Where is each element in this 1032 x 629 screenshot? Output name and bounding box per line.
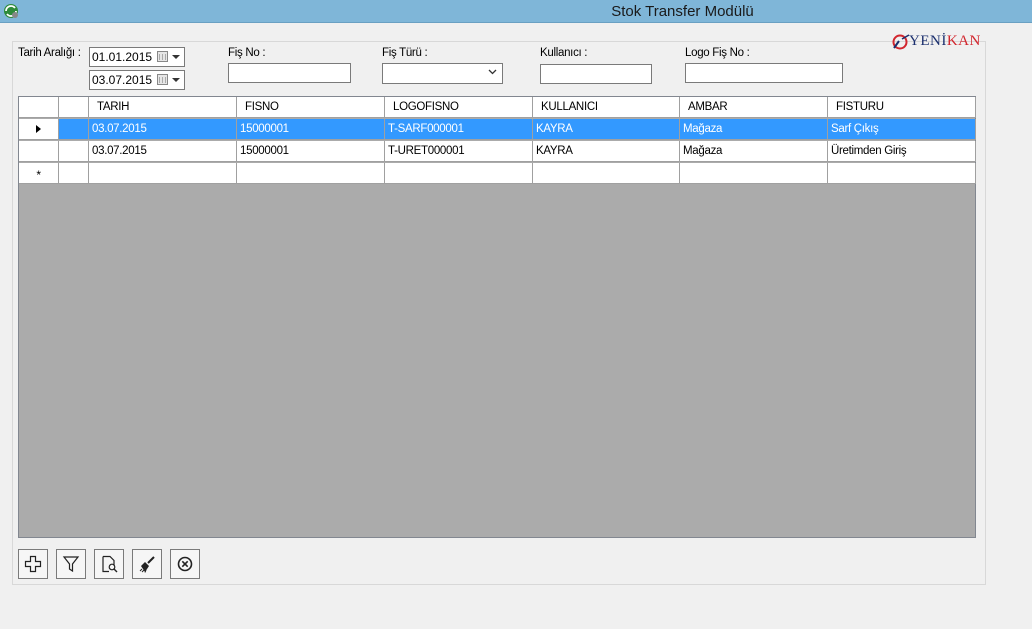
clear-button[interactable]: [132, 549, 162, 579]
column-header-fisturu[interactable]: FISTURU: [828, 97, 976, 118]
column-header-fisno[interactable]: FISNO: [237, 97, 385, 118]
fis-turu-select[interactable]: [382, 63, 503, 84]
fis-turu-label: Fiş Türü :: [382, 47, 428, 59]
table-cell[interactable]: [59, 119, 89, 140]
fis-no-label: Fiş No :: [228, 47, 266, 59]
window-title: Stok Transfer Modülü: [611, 3, 754, 20]
fis-no-input[interactable]: [228, 63, 351, 83]
table-cell[interactable]: 03.07.2015: [89, 119, 237, 140]
row-header[interactable]: [19, 119, 59, 140]
add-icon: [24, 555, 42, 573]
column-header-tarih[interactable]: TARIH: [89, 97, 237, 118]
column-header-logofisno[interactable]: LOGOFISNO: [385, 97, 533, 118]
kullanici-input[interactable]: [540, 64, 652, 84]
column-header-ambar[interactable]: AMBAR: [680, 97, 828, 118]
table-cell[interactable]: [89, 163, 237, 184]
preview-button[interactable]: [94, 549, 124, 579]
table-cell[interactable]: KAYRA: [533, 119, 680, 140]
table-row[interactable]: 03.07.2015 15000001 T-SARF000001 KAYRA Mağaz…: [19, 119, 977, 141]
grid-header-row[interactable]: TARIH FISNO LOGOFISNO KULLANICI AMBAR FISTURU: [19, 97, 977, 119]
column-header-kullanici[interactable]: KULLANICI: [533, 97, 680, 118]
table-cell[interactable]: [59, 163, 89, 184]
table-cell[interactable]: 15000001: [237, 141, 385, 162]
title-bar: Stok Transfer Modülü: [0, 0, 1032, 23]
logo-text: YENİKAN: [909, 33, 981, 49]
new-row-header[interactable]: *: [19, 163, 59, 184]
close-icon: [177, 556, 193, 572]
close-button[interactable]: [170, 549, 200, 579]
kullanici-label: Kullanıcı :: [540, 47, 588, 59]
table-cell[interactable]: T-URET000001: [385, 141, 533, 162]
table-row[interactable]: 03.07.2015 15000001 T-URET000001 KAYRA Mağaz…: [19, 141, 977, 163]
table-cell[interactable]: KAYRA: [533, 141, 680, 162]
table-cell[interactable]: [385, 163, 533, 184]
chevron-down-icon: [488, 67, 497, 79]
table-cell[interactable]: [533, 163, 680, 184]
table-cell[interactable]: Mağaza: [680, 141, 828, 162]
current-row-arrow-icon: [36, 125, 41, 133]
preview-icon: [102, 555, 118, 573]
calendar-icon: [157, 51, 168, 62]
logo-fis-no-label: Logo Fiş No :: [685, 47, 750, 59]
table-cell[interactable]: 03.07.2015: [89, 141, 237, 162]
new-row-marker: *: [36, 168, 41, 182]
table-cell[interactable]: 15000001: [237, 119, 385, 140]
table-cell[interactable]: [59, 141, 89, 162]
date-to-value: 03.07.2015: [92, 73, 153, 87]
header-corner: [19, 97, 59, 118]
filter-icon: [62, 556, 80, 573]
dropdown-arrow-icon[interactable]: [172, 78, 180, 82]
logo-fis-no-input[interactable]: [685, 63, 843, 83]
header-extra-column: [59, 97, 89, 118]
table-cell[interactable]: Mağaza: [680, 119, 828, 140]
table-cell[interactable]: [828, 163, 976, 184]
dropdown-arrow-icon[interactable]: [172, 55, 180, 59]
add-button[interactable]: [18, 549, 48, 579]
date-range-label: Tarih Aralığı :: [18, 47, 81, 59]
table-cell[interactable]: [237, 163, 385, 184]
table-cell[interactable]: Sarf Çıkış: [828, 119, 976, 140]
company-logo: YENİKAN: [891, 32, 987, 52]
transfer-data-grid[interactable]: TARIH FISNO LOGOFISNO KULLANICI AMBAR FISTURU…: [18, 96, 976, 538]
table-cell[interactable]: Üretimden Giriş: [828, 141, 976, 162]
logo-mark-icon: [892, 34, 910, 50]
table-cell[interactable]: T-SARF000001: [385, 119, 533, 140]
filter-button[interactable]: [56, 549, 86, 579]
date-to-picker[interactable]: 03.07.2015: [89, 70, 185, 90]
table-cell[interactable]: [680, 163, 828, 184]
new-row[interactable]: *: [19, 163, 977, 185]
broom-icon: [139, 556, 155, 573]
date-from-picker[interactable]: 01.01.2015: [89, 47, 185, 67]
calendar-icon: [157, 74, 168, 85]
date-from-value: 01.01.2015: [92, 50, 153, 64]
row-header[interactable]: [19, 141, 59, 162]
